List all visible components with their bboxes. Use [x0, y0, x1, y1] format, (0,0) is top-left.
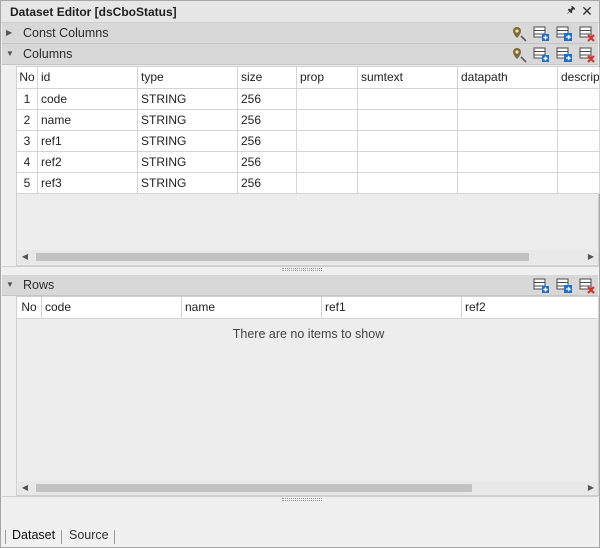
table-cell[interactable]: STRING: [138, 110, 238, 131]
edit-column-icon[interactable]: [555, 46, 573, 63]
splitter-grip[interactable]: [282, 498, 322, 501]
caret-down-icon[interactable]: ▼: [6, 280, 16, 290]
delete-column-icon[interactable]: [578, 46, 596, 63]
table-cell[interactable]: [558, 173, 600, 194]
column-header-size[interactable]: size: [238, 67, 297, 89]
close-icon[interactable]: ✕: [580, 4, 594, 18]
table-cell[interactable]: STRING: [138, 89, 238, 110]
columns-grid-panel: No id type size prop sumtext datapath descrip 1 c…: [16, 66, 600, 266]
table-cell[interactable]: [297, 152, 358, 173]
table-cell[interactable]: STRING: [138, 152, 238, 173]
scroll-thumb[interactable]: [36, 253, 529, 261]
pin-icon[interactable]: 🖈: [564, 4, 578, 18]
window-title: Dataset Editor [dsCboStatus]: [10, 5, 177, 19]
table-cell[interactable]: ref2: [38, 152, 138, 173]
table-cell[interactable]: [558, 152, 600, 173]
table-cell[interactable]: 256: [238, 89, 297, 110]
table-cell[interactable]: [458, 173, 558, 194]
table-cell[interactable]: [358, 173, 458, 194]
add-column-icon[interactable]: [532, 25, 550, 42]
columns-horizontal-scrollbar[interactable]: ◀ ▶: [18, 250, 598, 264]
location-pin-icon[interactable]: [510, 46, 528, 63]
rows-header-ref2[interactable]: ref2: [462, 297, 599, 319]
table-cell[interactable]: STRING: [138, 131, 238, 152]
rows-grid-panel: No code name ref1 ref2 There are no items to…: [16, 296, 599, 496]
table-cell[interactable]: [297, 110, 358, 131]
empty-rows-message: There are no items to show: [232, 327, 385, 341]
table-cell[interactable]: [558, 89, 600, 110]
table-cell[interactable]: ref1: [38, 131, 138, 152]
table-cell[interactable]: ref3: [38, 173, 138, 194]
add-row-icon[interactable]: [532, 277, 550, 294]
table-cell[interactable]: [458, 89, 558, 110]
const-columns-header[interactable]: ▶ Const Columns: [2, 23, 598, 44]
column-header-sumtext[interactable]: sumtext: [358, 67, 458, 89]
rows-header-code[interactable]: code: [42, 297, 182, 319]
dataset-editor-window: Dataset Editor [dsCboStatus] 🖈 ✕ ▶ Const…: [0, 0, 600, 548]
caret-down-icon[interactable]: ▼: [6, 49, 16, 59]
tab-separator: [61, 530, 62, 544]
table-cell[interactable]: code: [38, 89, 138, 110]
scroll-right-icon[interactable]: ▶: [584, 250, 598, 264]
column-header-id[interactable]: id: [38, 67, 138, 89]
const-columns-label: Const Columns: [23, 26, 109, 40]
table-cell[interactable]: 256: [238, 152, 297, 173]
table-cell[interactable]: [458, 110, 558, 131]
caret-right-icon[interactable]: ▶: [6, 28, 16, 38]
table-cell[interactable]: name: [38, 110, 138, 131]
row-number-cell[interactable]: 3: [17, 131, 38, 152]
table-cell[interactable]: 256: [238, 173, 297, 194]
rows-header-ref1[interactable]: ref1: [322, 297, 462, 319]
splitter-grip[interactable]: [282, 268, 322, 271]
row-number-cell[interactable]: 1: [17, 89, 38, 110]
table-cell[interactable]: [358, 131, 458, 152]
add-column-icon[interactable]: [532, 46, 550, 63]
table-cell[interactable]: [458, 152, 558, 173]
column-header-datapath[interactable]: datapath: [458, 67, 558, 89]
rows-header[interactable]: ▼ Rows: [2, 275, 598, 296]
table-cell[interactable]: [358, 152, 458, 173]
row-number-cell[interactable]: 4: [17, 152, 38, 173]
title-bar: Dataset Editor [dsCboStatus] 🖈 ✕: [1, 1, 599, 23]
tab-dataset[interactable]: Dataset: [12, 528, 55, 542]
column-header-type[interactable]: type: [138, 67, 238, 89]
rows-label: Rows: [23, 278, 55, 292]
table-cell[interactable]: [297, 89, 358, 110]
delete-column-icon[interactable]: [578, 25, 596, 42]
row-number-cell[interactable]: 2: [17, 110, 38, 131]
scroll-left-icon[interactable]: ◀: [18, 481, 32, 495]
rows-header-no[interactable]: No: [17, 297, 42, 319]
scroll-left-icon[interactable]: ◀: [18, 250, 32, 264]
scroll-right-icon[interactable]: ▶: [584, 481, 598, 495]
row-number-cell[interactable]: 5: [17, 173, 38, 194]
bottom-splitter[interactable]: [2, 496, 598, 502]
column-header-descrip[interactable]: descrip: [558, 67, 600, 89]
edit-row-icon[interactable]: [555, 277, 573, 294]
rows-horizontal-scrollbar[interactable]: ◀ ▶: [18, 481, 598, 495]
table-cell[interactable]: 256: [238, 110, 297, 131]
table-cell[interactable]: [297, 173, 358, 194]
table-cell[interactable]: [297, 131, 358, 152]
table-cell[interactable]: [558, 131, 600, 152]
bottom-tab-bar: Dataset Source: [1, 523, 599, 547]
table-cell[interactable]: [358, 89, 458, 110]
table-cell[interactable]: [458, 131, 558, 152]
delete-row-icon[interactable]: [578, 277, 596, 294]
table-cell[interactable]: STRING: [138, 173, 238, 194]
column-header-no[interactable]: No: [17, 67, 38, 89]
table-cell[interactable]: 256: [238, 131, 297, 152]
tab-separator: [5, 530, 6, 544]
columns-header[interactable]: ▼ Columns: [2, 44, 598, 65]
tab-source[interactable]: Source: [69, 528, 109, 542]
scroll-thumb[interactable]: [36, 484, 472, 492]
tab-separator: [114, 530, 115, 544]
panel-splitter[interactable]: [2, 266, 598, 272]
location-pin-icon[interactable]: [510, 25, 528, 42]
columns-label: Columns: [23, 47, 73, 61]
table-cell[interactable]: [358, 110, 458, 131]
column-header-prop[interactable]: prop: [297, 67, 358, 89]
table-cell[interactable]: [558, 110, 600, 131]
edit-column-icon[interactable]: [555, 25, 573, 42]
rows-header-name[interactable]: name: [182, 297, 322, 319]
